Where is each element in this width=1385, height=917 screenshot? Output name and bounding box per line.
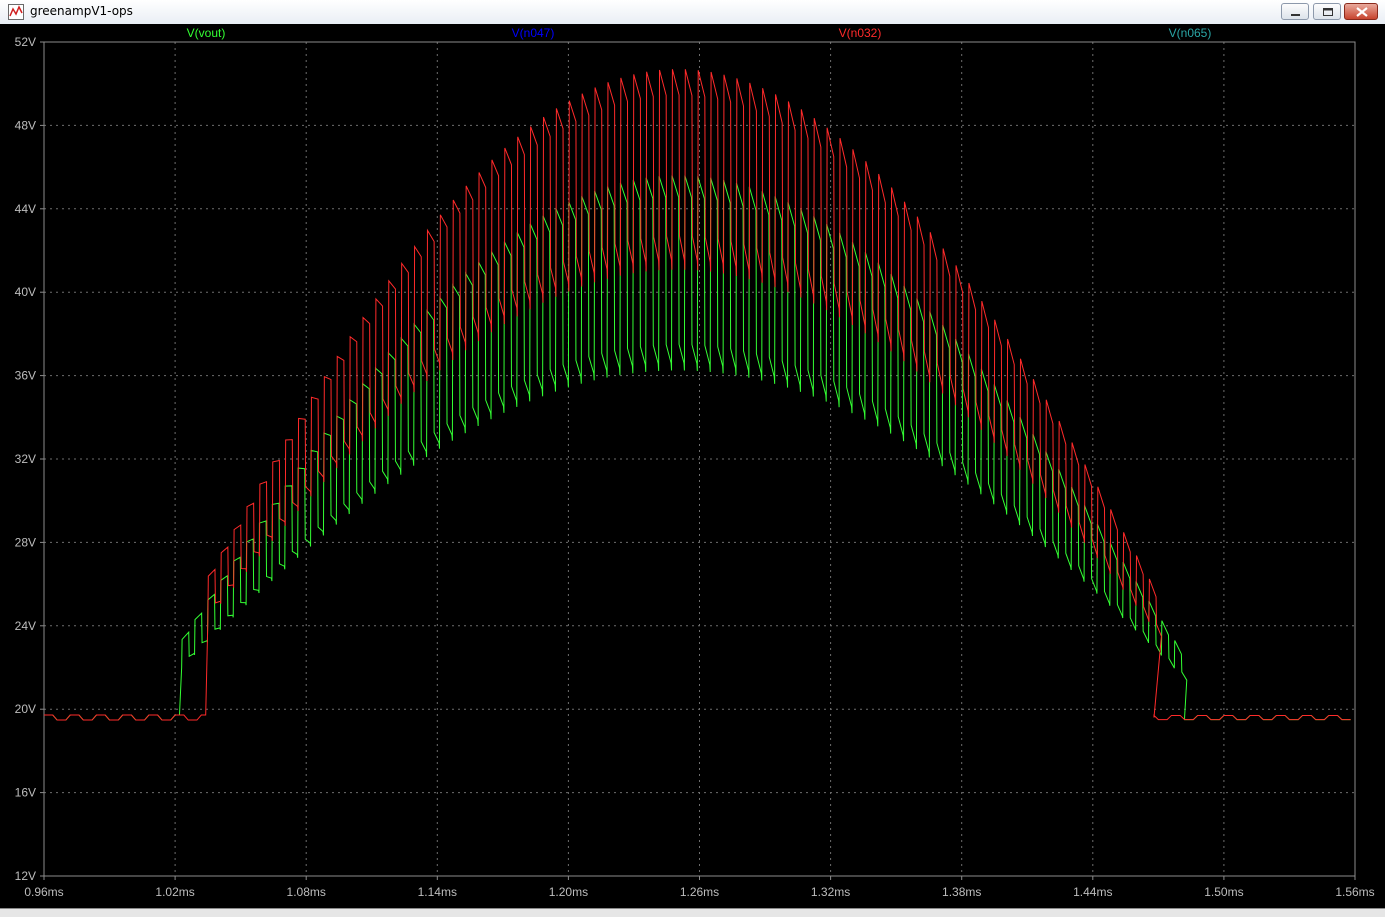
x-tick-label: 1.20ms bbox=[549, 885, 588, 899]
x-tick-label: 1.56ms bbox=[1335, 885, 1374, 899]
y-tick-label: 48V bbox=[15, 118, 36, 132]
minimize-icon bbox=[1291, 14, 1300, 16]
y-tick-label: 32V bbox=[15, 452, 36, 466]
x-tick-label: 1.02ms bbox=[155, 885, 194, 899]
y-tick-label: 28V bbox=[15, 535, 36, 549]
y-tick-label: 40V bbox=[15, 285, 36, 299]
waveform-viewer-window: greenampV1-ops 0.96ms 1.02ms 1.08ms 1.14ms 1… bbox=[0, 0, 1385, 917]
legend-entry[interactable]: V(n032) bbox=[839, 26, 882, 40]
close-button[interactable] bbox=[1344, 3, 1378, 20]
maximize-icon bbox=[1323, 8, 1333, 16]
minimize-button[interactable] bbox=[1281, 3, 1309, 20]
legend-entry[interactable]: V(vout) bbox=[187, 26, 226, 40]
window-title: greenampV1-ops bbox=[30, 4, 133, 18]
y-tick-label: 24V bbox=[15, 619, 36, 633]
close-icon bbox=[1356, 7, 1368, 17]
y-tick-label: 36V bbox=[15, 369, 36, 383]
waveform-icon bbox=[8, 4, 24, 20]
x-tick-label: 1.32ms bbox=[811, 885, 850, 899]
y-tick-label: 44V bbox=[15, 202, 36, 216]
x-tick-label: 1.08ms bbox=[287, 885, 326, 899]
x-tick-label: 1.38ms bbox=[942, 885, 981, 899]
legend-entry[interactable]: V(n065) bbox=[1169, 26, 1212, 40]
maximize-button[interactable] bbox=[1313, 3, 1341, 20]
x-tick-label: 1.14ms bbox=[418, 885, 457, 899]
legend-entry[interactable]: V(n047) bbox=[512, 26, 555, 40]
x-tick-label: 1.44ms bbox=[1073, 885, 1112, 899]
waveform-plot[interactable]: 0.96ms 1.02ms 1.08ms 1.14ms 1.20ms 1.26ms 1.32… bbox=[0, 24, 1385, 908]
title-bar[interactable]: greenampV1-ops bbox=[0, 0, 1385, 25]
schematic-strip bbox=[0, 908, 1385, 917]
y-tick-label: 20V bbox=[15, 702, 36, 716]
y-tick-label: 12V bbox=[15, 869, 36, 883]
x-tick-label: 1.50ms bbox=[1204, 885, 1243, 899]
x-tick-label: 0.96ms bbox=[24, 885, 63, 899]
y-tick-label: 16V bbox=[15, 786, 36, 800]
y-tick-label: 52V bbox=[15, 35, 36, 49]
x-tick-label: 1.26ms bbox=[680, 885, 719, 899]
